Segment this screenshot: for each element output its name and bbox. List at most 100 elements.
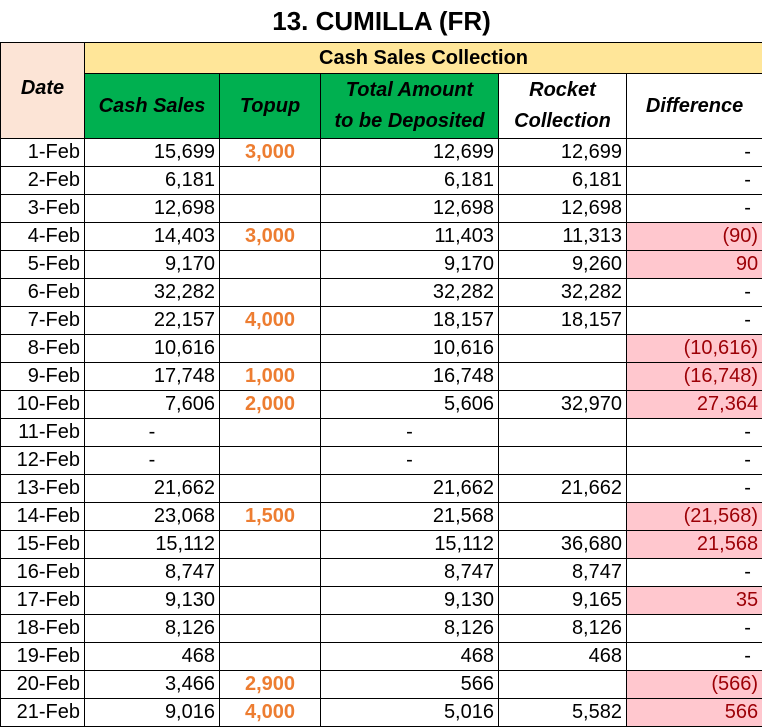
cash-sales-cell: 9,170 <box>84 250 220 279</box>
difference-cell: - <box>625 418 762 447</box>
difference-cell: - <box>625 306 762 335</box>
table-row: 1-Feb 15,699 3,000 12,699 12,699- <box>0 138 762 167</box>
difference-cell: - <box>625 278 762 307</box>
topup-cell <box>219 250 321 279</box>
cash-sales-column-header: Cash Sales <box>84 73 220 139</box>
topup-cell: 3,000 <box>219 138 321 167</box>
rocket-collection-cell: 9,165 <box>498 586 627 615</box>
total-deposit-cell: 21,568 <box>320 502 499 531</box>
cash-sales-cell: 8,747 <box>84 558 220 587</box>
cash-sales-cell: 3,466 <box>84 670 220 699</box>
topup-cell <box>219 334 321 363</box>
total-deposit-cell: 468 <box>320 642 499 671</box>
table-row: 17-Feb 9,130 9,130 9,165 35 <box>0 586 762 615</box>
table-row: 3-Feb 12,698 12,698 12,698- <box>0 194 762 223</box>
total-deposit-cell: 21,662 <box>320 474 499 503</box>
total-deposit-cell: 12,699 <box>320 138 499 167</box>
rocket-collection-cell: 12,699 <box>498 138 627 167</box>
sheet-title: 13. CUMILLA (FR) <box>0 0 762 43</box>
topup-cell <box>219 278 321 307</box>
cash-sales-cell: 23,068 <box>84 502 220 531</box>
table-row: 19-Feb 468 468 468- <box>0 642 762 671</box>
topup-column-header: Topup <box>219 73 321 139</box>
cash-sales-cell: 9,016 <box>84 698 220 727</box>
total-deposit-cell: 8,747 <box>320 558 499 587</box>
date-cell: 17-Feb <box>0 586 85 615</box>
date-cell: 13-Feb <box>0 474 85 503</box>
total-deposit-cell: 566 <box>320 670 499 699</box>
difference-cell: 566 <box>625 698 762 727</box>
table-row: 21-Feb 9,016 4,000 5,016 5,582 566 <box>0 698 762 727</box>
table-row: 13-Feb 21,662 21,662 21,662- <box>0 474 762 503</box>
rocket-collection-cell: 11,313 <box>498 222 627 251</box>
date-cell: 8-Feb <box>0 334 85 363</box>
difference-cell: - <box>625 558 762 587</box>
date-cell: 7-Feb <box>0 306 85 335</box>
date-cell: 15-Feb <box>0 530 85 559</box>
total-deposit-cell: - <box>320 418 499 447</box>
table-row: 10-Feb 7,606 2,000 5,606 32,970 27,364 <box>0 390 762 419</box>
cash-sales-cell: 8,126 <box>84 614 220 643</box>
topup-cell <box>219 614 321 643</box>
total-deposit-cell: - <box>320 446 499 475</box>
topup-cell: 2,900 <box>219 670 321 699</box>
cash-sales-cell: 21,662 <box>84 474 220 503</box>
rocket-collection-cell: 8,126 <box>498 614 627 643</box>
difference-cell: (10,616) <box>625 334 762 363</box>
difference-cell: - <box>625 166 762 195</box>
total-deposit-cell: 5,606 <box>320 390 499 419</box>
topup-cell: 4,000 <box>219 306 321 335</box>
table-row: 18-Feb 8,126 8,126 8,126- <box>0 614 762 643</box>
total-header-line1: Total Amount <box>345 79 474 101</box>
topup-cell <box>219 586 321 615</box>
rocket-header-line1: Rocket <box>529 79 596 101</box>
date-cell: 3-Feb <box>0 194 85 223</box>
table-row: 9-Feb 17,748 1,000 16,748 (16,748) <box>0 362 762 391</box>
cash-sales-cell: 22,157 <box>84 306 220 335</box>
rocket-collection-cell: 9,260 <box>498 250 627 279</box>
difference-cell: - <box>625 642 762 671</box>
difference-cell: 90 <box>625 250 762 279</box>
rocket-collection-cell: 36,680 <box>498 530 627 559</box>
topup-cell: 4,000 <box>219 698 321 727</box>
date-cell: 12-Feb <box>0 446 85 475</box>
cash-sales-collection-header: Cash Sales Collection <box>83 42 762 74</box>
cash-sales-cell: 14,403 <box>84 222 220 251</box>
difference-cell: (16,748) <box>625 362 762 391</box>
total-deposit-cell: 9,170 <box>320 250 499 279</box>
table-row: 4-Feb 14,403 3,000 11,403 11,313 (90) <box>0 222 762 251</box>
total-deposit-cell: 12,698 <box>320 194 499 223</box>
data-rows: 1-Feb 15,699 3,000 12,699 12,699-2-Feb 6,181 6… <box>0 138 762 727</box>
rocket-collection-cell <box>498 334 627 363</box>
table-row: 16-Feb 8,747 8,747 8,747- <box>0 558 762 587</box>
table-row: 11-Feb - - - <box>0 418 762 447</box>
difference-cell: - <box>625 614 762 643</box>
total-deposit-column-header: Total Amount to be Deposited <box>320 73 499 139</box>
rocket-collection-cell: 18,157 <box>498 306 627 335</box>
difference-cell: - <box>625 446 762 475</box>
table-row: 20-Feb 3,466 2,900 566 (566) <box>0 670 762 699</box>
date-cell: 1-Feb <box>0 138 85 167</box>
difference-cell: - <box>625 138 762 167</box>
date-cell: 4-Feb <box>0 222 85 251</box>
difference-cell: - <box>625 474 762 503</box>
topup-cell <box>219 530 321 559</box>
table-row: 7-Feb 22,157 4,000 18,157 18,157- <box>0 306 762 335</box>
rocket-collection-cell: 32,282 <box>498 278 627 307</box>
topup-cell <box>219 166 321 195</box>
cash-sales-cell: 12,698 <box>84 194 220 223</box>
total-deposit-cell: 9,130 <box>320 586 499 615</box>
topup-cell: 1,000 <box>219 362 321 391</box>
rocket-collection-cell: 8,747 <box>498 558 627 587</box>
rocket-collection-column-header: Rocket Collection <box>498 73 627 139</box>
cash-sales-sheet: 13. CUMILLA (FR) Date Cash Sales Collect… <box>0 0 762 727</box>
table-row: 5-Feb 9,170 9,170 9,260 90 <box>0 250 762 279</box>
total-deposit-cell: 18,157 <box>320 306 499 335</box>
difference-cell: 21,568 <box>625 530 762 559</box>
difference-cell: (90) <box>625 222 762 251</box>
topup-cell <box>219 446 321 475</box>
topup-cell <box>219 642 321 671</box>
total-deposit-cell: 16,748 <box>320 362 499 391</box>
difference-cell: - <box>625 194 762 223</box>
rocket-collection-cell <box>498 446 627 475</box>
